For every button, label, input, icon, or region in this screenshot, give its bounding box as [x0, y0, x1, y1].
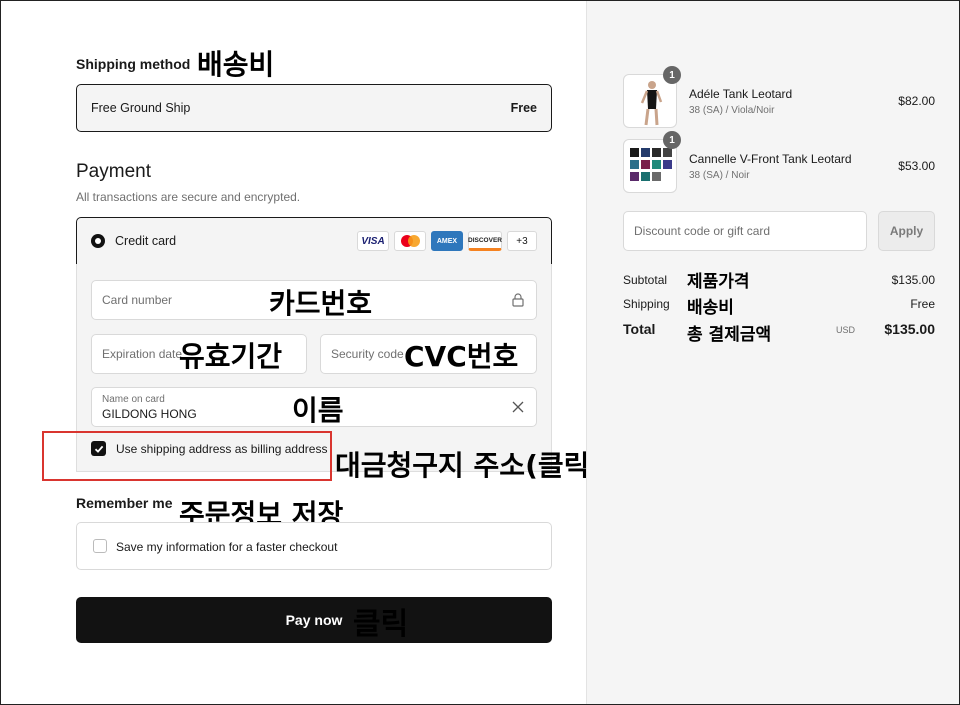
- payment-title: Payment: [76, 161, 151, 182]
- annotation-expiration: 유효기간: [179, 340, 283, 373]
- cart-item: 1 Adéle Tank Leotard 38 (SA) / Viola/Noi…: [623, 66, 935, 128]
- pay-now-button[interactable]: Pay now: [76, 597, 552, 643]
- subtotal-value: $135.00: [891, 273, 935, 287]
- shipping-option-price: Free: [510, 101, 537, 115]
- lock-icon: [512, 293, 524, 307]
- credit-card-radio[interactable]: [91, 234, 105, 248]
- card-brands: VISA AMEX DISCOVER +3: [357, 231, 537, 251]
- quantity-badge: 1: [663, 66, 681, 84]
- save-info-checkbox[interactable]: [93, 539, 107, 553]
- clear-icon[interactable]: [512, 401, 524, 413]
- shipping-method-title: Shipping method: [76, 56, 191, 72]
- item-price: $53.00: [898, 159, 935, 173]
- checkout-form-panel: Shipping method 배송비 Free Ground Ship Fre…: [1, 1, 621, 704]
- discount-code-input[interactable]: Discount code or gift card: [623, 211, 867, 251]
- payment-subtitle: All transactions are secure and encrypte…: [76, 190, 301, 204]
- save-info-label[interactable]: Save my information for a faster checkou…: [116, 540, 337, 554]
- annotation-cvc: CVC번호: [404, 340, 519, 373]
- annotation-billing: 대금청구지 주소(클릭o): [335, 449, 622, 482]
- mastercard-icon: [394, 231, 426, 251]
- security-code-placeholder: Security code: [331, 347, 404, 361]
- cart-item: 1 Cannelle V-Front Tank Leotard 38 (SA) …: [623, 131, 935, 193]
- annotation-pay: 클릭: [353, 607, 409, 642]
- remember-me-title: Remember me: [76, 495, 173, 511]
- quantity-badge: 1: [663, 131, 681, 149]
- annotation-total: 총 결제금액: [687, 325, 772, 345]
- annotation-shipping: 배송비: [687, 298, 734, 318]
- item-price: $82.00: [898, 94, 935, 108]
- shipping-option-label: Free Ground Ship: [91, 101, 191, 115]
- item-name: Cannelle V-Front Tank Leotard: [689, 152, 852, 166]
- billing-highlight-box: [42, 431, 332, 481]
- name-on-card-label: Name on card: [102, 393, 165, 405]
- total-label: Total: [623, 321, 656, 337]
- annotation-name: 이름: [292, 394, 344, 427]
- total-value: $135.00: [884, 321, 935, 337]
- currency-label: USD: [835, 325, 855, 335]
- item-name: Adéle Tank Leotard: [689, 87, 793, 101]
- discount-placeholder: Discount code or gift card: [634, 224, 771, 238]
- shipping-option[interactable]: Free Ground Ship Free: [76, 84, 552, 132]
- item-variant: 38 (SA) / Noir: [689, 170, 750, 181]
- more-brands-badge: +3: [507, 231, 537, 251]
- pay-now-label: Pay now: [285, 612, 343, 628]
- amex-icon: AMEX: [431, 231, 463, 251]
- apply-button[interactable]: Apply: [878, 211, 935, 251]
- expiration-placeholder: Expiration date: [102, 347, 183, 361]
- annotation-shipping-fee: 배송비: [197, 48, 275, 81]
- annotation-card-number: 카드번호: [269, 287, 373, 320]
- name-on-card-value: GILDONG HONG: [102, 406, 197, 421]
- discover-icon: DISCOVER: [468, 231, 502, 251]
- annotation-subtotal: 제품가격: [687, 272, 750, 292]
- visa-icon: VISA: [357, 231, 389, 251]
- card-number-placeholder: Card number: [102, 293, 173, 307]
- item-variant: 38 (SA) / Viola/Noir: [689, 105, 775, 116]
- shipping-label: Shipping: [623, 297, 670, 311]
- shipping-value: Free: [910, 297, 935, 311]
- credit-card-option[interactable]: Credit card VISA AMEX DISCOVER +3: [76, 217, 552, 265]
- order-summary-panel: 1 Adéle Tank Leotard 38 (SA) / Viola/Noi…: [586, 1, 959, 704]
- credit-card-label: Credit card: [115, 234, 177, 248]
- subtotal-label: Subtotal: [623, 273, 668, 287]
